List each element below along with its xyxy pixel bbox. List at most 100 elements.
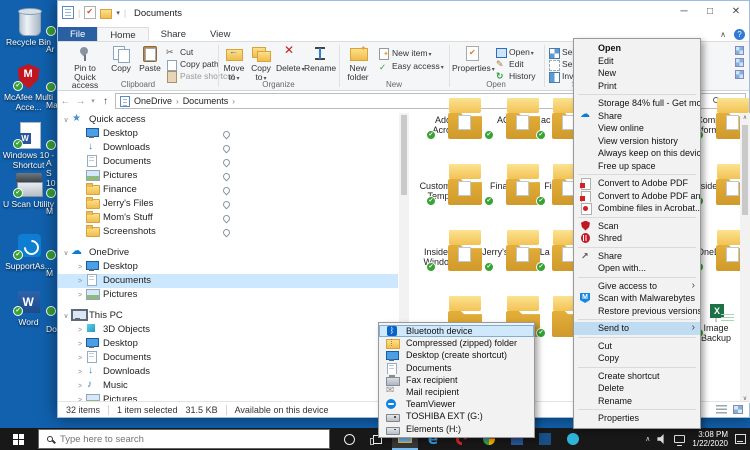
minimize-ribbon-icon[interactable]: ∧: [720, 30, 726, 39]
breadcrumb-documents[interactable]: Documents: [183, 96, 229, 106]
expand-chevron-icon[interactable]: [61, 114, 71, 128]
copy-path-button[interactable]: Copy path: [166, 58, 219, 70]
expand-chevron-icon[interactable]: [61, 310, 71, 324]
expand-chevron-icon[interactable]: [75, 324, 85, 338]
send-to-item[interactable]: Compressed (zipped) folder: [379, 337, 534, 349]
tab-file[interactable]: File: [58, 27, 97, 41]
back-button[interactable]: ←: [58, 96, 73, 107]
send-to-item[interactable]: Mail recipient: [379, 386, 534, 398]
taskbar-search[interactable]: [38, 429, 330, 449]
taskbar-clock[interactable]: 3:08 PM1/22/2020: [692, 430, 728, 448]
nav-tree-item[interactable]: Finance: [58, 183, 398, 197]
up-button[interactable]: ↑: [98, 96, 113, 107]
rename-button[interactable]: Rename: [304, 45, 336, 73]
expand-chevron-icon[interactable]: [75, 380, 85, 394]
forward-button[interactable]: →: [73, 96, 88, 107]
qat-new-folder-icon[interactable]: [100, 9, 112, 19]
tab-home[interactable]: Home: [97, 27, 148, 41]
details-view-icon[interactable]: [716, 405, 727, 414]
file-item[interactable]: Jerry's Files: [477, 245, 535, 257]
context-menu-item[interactable]: Storage 84% full - Get more: [574, 97, 700, 110]
ribbon-view-buttons[interactable]: [735, 46, 745, 82]
help-icon[interactable]: ?: [734, 29, 745, 40]
tab-view[interactable]: View: [198, 27, 242, 41]
nav-tree-item[interactable]: Jerry's Files: [58, 197, 398, 211]
context-menu-item[interactable]: Shred: [574, 232, 700, 245]
context-menu-item[interactable]: Combine files in Acrobat...: [574, 202, 700, 215]
expand-chevron-icon[interactable]: [75, 366, 85, 380]
file-item[interactable]: Fi A: [529, 179, 575, 191]
context-menu-item[interactable]: Give access to: [574, 280, 700, 293]
file-item[interactable]: [419, 311, 477, 313]
nav-tree-item[interactable]: Downloads: [58, 141, 398, 155]
delete-button[interactable]: Delete: [276, 45, 304, 75]
file-item[interactable]: [529, 311, 575, 313]
context-menu-item[interactable]: Rename: [574, 395, 700, 408]
scrollbar-thumb[interactable]: [742, 125, 748, 215]
expand-chevron-icon[interactable]: [75, 289, 85, 303]
nav-tree-item[interactable]: Documents: [58, 351, 398, 365]
context-menu-item[interactable]: View online: [574, 122, 700, 135]
context-menu-item[interactable]: Scan with Malwarebytes: [574, 292, 700, 305]
nav-tree-item[interactable]: Screenshots: [58, 225, 398, 239]
easy-access-button[interactable]: Easy access: [378, 60, 444, 72]
file-item[interactable]: Finance: [477, 179, 535, 191]
file-item[interactable]: Inside OUT-Windows 10: [419, 245, 477, 267]
context-menu-item[interactable]: Copy: [574, 352, 700, 365]
send-to-item[interactable]: Fax recipient: [379, 374, 534, 386]
qat-properties-icon[interactable]: [84, 6, 96, 19]
context-menu-item[interactable]: Properties: [574, 412, 700, 425]
send-to-item[interactable]: Bluetooth device: [379, 325, 534, 337]
nav-tree-item[interactable]: Music: [58, 379, 398, 393]
cut-button[interactable]: Cut: [166, 46, 193, 58]
titlebar[interactable]: | ▾ | Documents ─ □ ✕: [58, 1, 749, 27]
expand-chevron-icon[interactable]: [75, 338, 85, 352]
nav-tree-item[interactable]: Quick access: [58, 113, 398, 127]
close-button[interactable]: ✕: [723, 1, 749, 23]
scroll-up-icon[interactable]: ∧: [740, 114, 750, 121]
nav-tree-item[interactable]: Pictures: [58, 288, 398, 302]
file-item[interactable]: La Ga: [529, 245, 575, 257]
send-to-item[interactable]: Desktop (create shortcut): [379, 349, 534, 361]
app-taskbar-button[interactable]: [532, 428, 558, 450]
nav-tree-item[interactable]: Documents: [58, 155, 398, 169]
paste-button[interactable]: Paste: [136, 45, 164, 73]
context-menu-item[interactable]: Delete: [574, 382, 700, 395]
open-button[interactable]: Open: [495, 46, 534, 58]
expand-chevron-icon[interactable]: [75, 261, 85, 275]
cortana-button[interactable]: [336, 428, 362, 450]
context-menu-item[interactable]: Always keep on this device: [574, 147, 700, 160]
qat-customize-icon[interactable]: ▾: [116, 9, 120, 17]
nav-tree-item[interactable]: This PC: [58, 309, 398, 323]
nav-tree-item[interactable]: Pictures: [58, 169, 398, 183]
context-menu-item[interactable]: Print: [574, 80, 700, 93]
context-menu-item[interactable]: Open with...: [574, 262, 700, 275]
context-menu-item[interactable]: Free up space: [574, 160, 700, 173]
action-center-icon[interactable]: [735, 434, 746, 444]
context-menu-item[interactable]: Send to: [574, 322, 700, 335]
move-to-button[interactable]: Move to: [221, 45, 247, 83]
new-item-button[interactable]: New item: [378, 47, 431, 59]
context-menu-item[interactable]: Share: [574, 110, 700, 123]
volume-icon[interactable]: [657, 434, 667, 444]
context-menu-item[interactable]: Open: [574, 42, 700, 55]
file-item[interactable]: ac up: [529, 113, 575, 125]
expand-chevron-icon[interactable]: [75, 352, 85, 366]
nav-tree-item[interactable]: OneDrive: [58, 246, 398, 260]
hidden-icons-chevron[interactable]: ∧: [645, 435, 650, 443]
context-menu-item[interactable]: Edit: [574, 55, 700, 68]
context-menu-item[interactable]: Create shortcut: [574, 370, 700, 383]
file-item[interactable]: AOL: [477, 113, 535, 125]
file-list-scrollbar[interactable]: ∧ ∨: [740, 113, 750, 403]
nav-tree-item[interactable]: Desktop: [58, 127, 398, 141]
edit-button[interactable]: Edit: [495, 58, 524, 70]
context-menu-item[interactable]: View version history: [574, 135, 700, 148]
copy-button[interactable]: Copy: [108, 45, 134, 73]
nav-tree-item[interactable]: Downloads: [58, 365, 398, 379]
context-menu-item[interactable]: Scan: [574, 220, 700, 233]
send-to-item[interactable]: Documents: [379, 362, 534, 374]
file-item[interactable]: Adobe Acrobat: [419, 113, 477, 135]
nav-tree-item[interactable]: Desktop: [58, 260, 398, 274]
context-menu-item[interactable]: Convert to Adobe PDF: [574, 177, 700, 190]
send-to-item[interactable]: TOSHIBA EXT (G:): [379, 410, 534, 422]
